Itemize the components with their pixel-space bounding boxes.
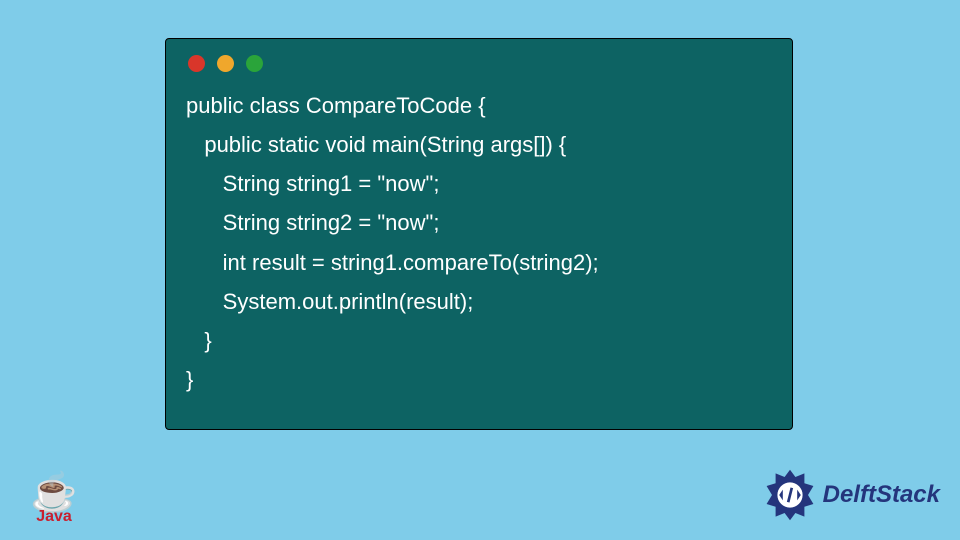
code-block: public class CompareToCode { public stat… [166,72,792,399]
delftstack-badge-icon [763,468,817,522]
window-traffic-lights [166,39,792,72]
minimize-icon [217,55,234,72]
close-icon [188,55,205,72]
java-logo-label: Java [30,508,78,526]
java-cup-icon: ☕ [30,474,78,512]
delftstack-label: DelftStack [823,481,940,509]
java-logo: ☕ Java [30,474,78,526]
code-window: public class CompareToCode { public stat… [165,38,793,430]
maximize-icon [246,55,263,72]
delftstack-logo: DelftStack [763,468,940,522]
